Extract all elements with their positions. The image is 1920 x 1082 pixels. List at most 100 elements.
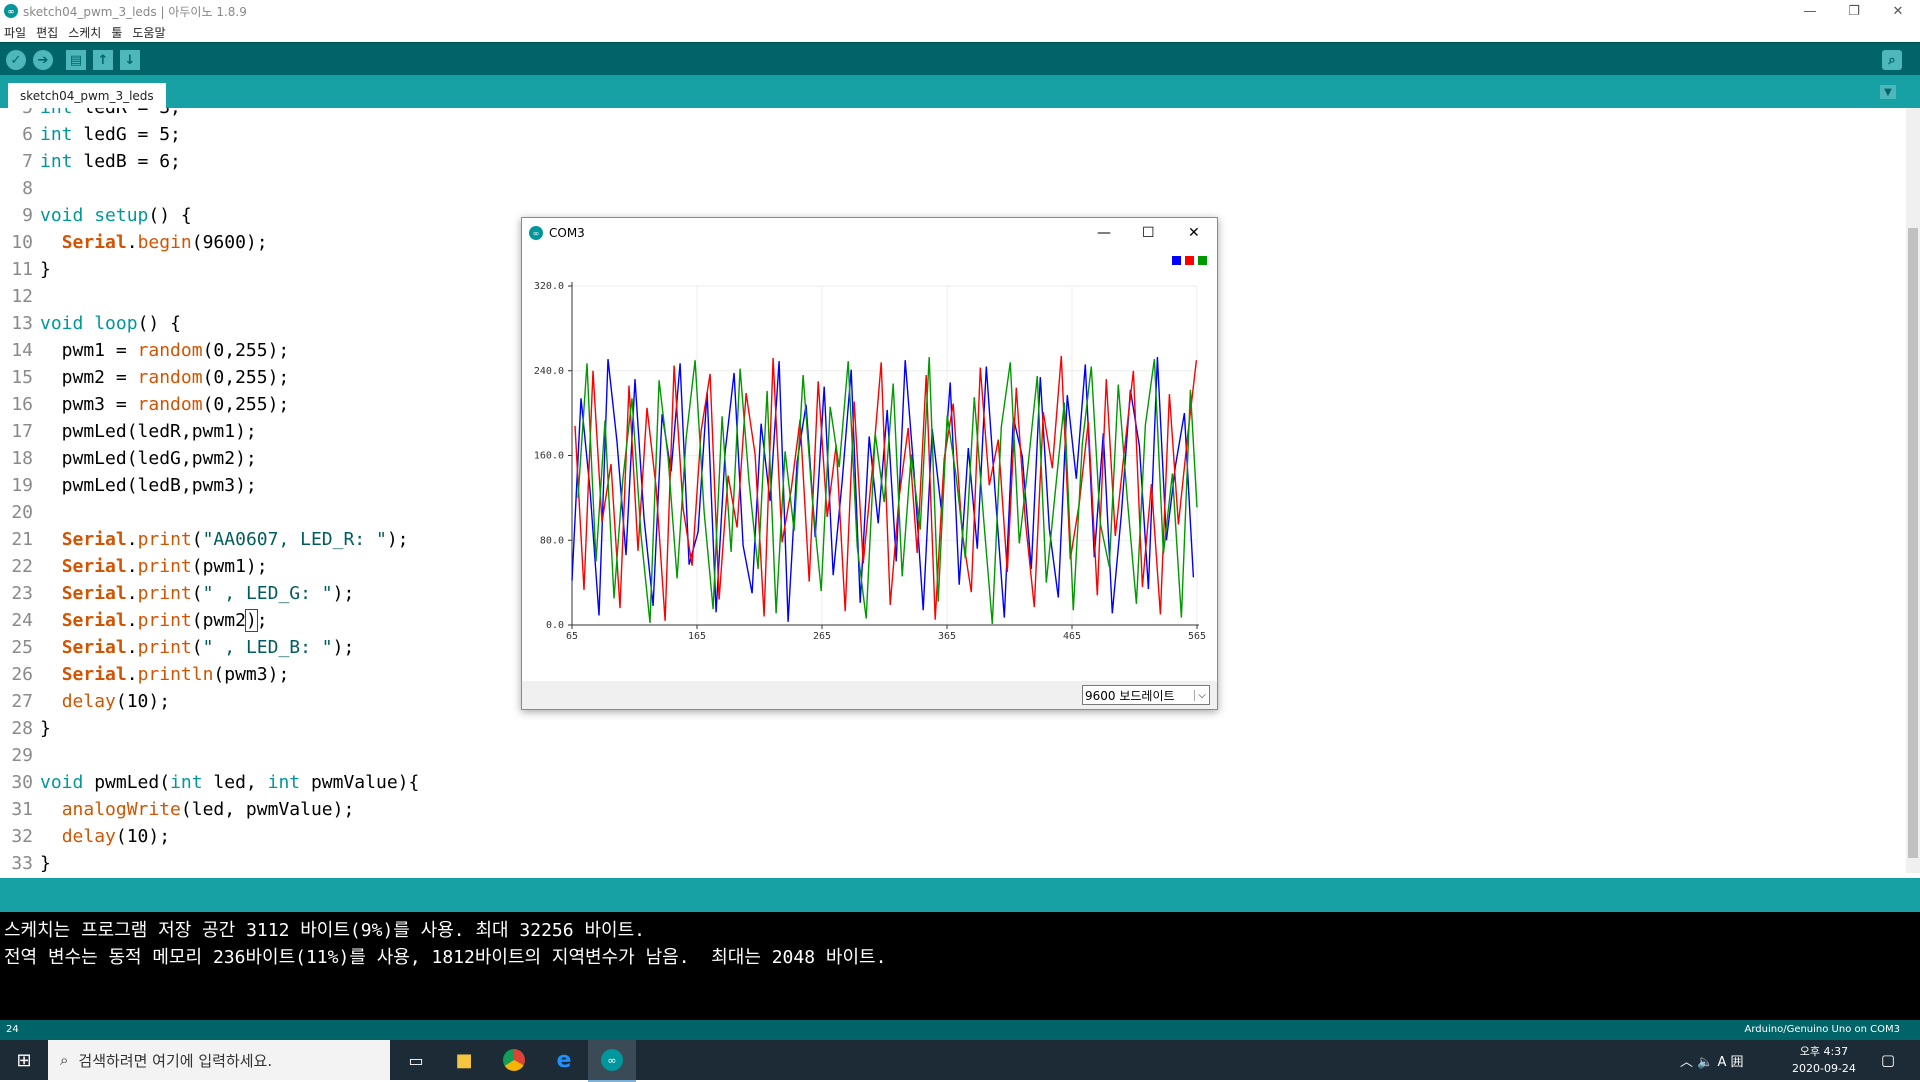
serial-plotter-window: ∞ COM3 — ☐ ✕ 65 165 265 365 465 565 0.0 80.0 160… [521,217,1218,710]
menu-tools[interactable]: 툴 [111,24,122,41]
verify-button[interactable]: ✓ [6,50,26,70]
tab-sketch[interactable]: sketch04_pwm_3_leds [8,83,166,108]
code-line: 20 [11,502,33,523]
tab-bar: sketch04_pwm_3_leds ▼ [0,75,1920,108]
plotter-close-button[interactable]: ✕ [1188,225,1200,241]
tray-icons[interactable]: ︿ 🔈 A 囲 [1680,1051,1743,1070]
console-line: 스케치는 프로그램 저장 공간 3112 바이트(9%)를 사용. 최대 322… [4,920,645,941]
series-line [577,356,1198,624]
line-chart: 65 165 265 365 465 565 0.0 80.0 160.0 240.0 320.0 [534,256,1207,642]
code-line: 5int ledR = 3; [0,108,181,121]
taskbar-search-box[interactable]: ⌕ 검색하려면 여기에 입력하세요. [48,1040,390,1080]
save-button[interactable]: ↓ [120,50,140,70]
search-placeholder: 검색하려면 여기에 입력하세요. [78,1051,273,1070]
code-line: 23 Serial.print(" , LED_G: "); [11,583,355,604]
windows-start-icon[interactable]: ⊞ [0,1040,48,1080]
code-line: 16 pwm3 = random(0,255); [11,394,290,415]
search-icon: ⌕ [60,1051,69,1069]
y-tick-label: 320.0 [534,281,564,292]
check-icon: ✓ [10,52,22,68]
scrollbar-thumb[interactable] [1908,228,1918,858]
x-tick-label: 465 [1063,631,1081,642]
arduino-taskbar-icon[interactable]: ∞ [588,1040,636,1082]
toolbar: ✓ ➔ ▤ ↑ ↓ ⌕ [0,42,1920,76]
code-line: 31 analogWrite(led, pwmValue); [11,799,355,820]
arduino-infinity-icon: ∞ [4,4,18,18]
upload-button[interactable]: ➔ [33,50,53,70]
code-line: 21 Serial.print("AA0607, LED_R: "); [11,529,409,550]
legend-swatch [1185,256,1194,265]
code-line: 24 Serial.print(pwm2); [11,609,268,632]
window-title: sketch04_pwm_3_leds | 아두이노 1.8.9 [23,4,247,19]
y-tick-label: 0.0 [546,620,564,631]
baud-rate-select[interactable]: 9600 보드레이트 ⌵ [1082,685,1210,705]
tab-menu-chevron-icon[interactable]: ▼ [1880,85,1896,99]
task-view-icon[interactable]: ▭ [392,1040,440,1080]
code-line: 30 void pwmLed(int led, int pwmValue){ [11,772,420,793]
code-line: 28} [11,718,51,739]
arduino-infinity-icon: ∞ [529,226,543,240]
open-button[interactable]: ↑ [93,50,113,70]
plotter-titlebar: ∞ COM3 — ☐ ✕ [522,218,1217,248]
chevron-down-icon: ⌵ [1194,689,1209,701]
chrome-icon[interactable] [490,1040,538,1080]
code-line: 29 [11,745,33,766]
restore-button[interactable]: ❐ [1832,0,1876,22]
code-line: 10 Serial.begin(9600); [11,232,268,253]
menu-bar: 파일 편집 스케치 툴 도움말 [0,22,1920,42]
plotter-maximize-button[interactable]: ☐ [1142,225,1155,241]
minimize-button[interactable]: — [1788,0,1832,22]
serial-monitor-button[interactable]: ⌕ [1882,50,1902,70]
x-tick-label: 165 [688,631,706,642]
menu-file[interactable]: 파일 [4,24,26,41]
x-tick-label: 65 [566,631,578,642]
code-line: 12 [11,286,33,307]
code-line: 22 Serial.print(pwm1); [11,556,268,577]
baud-rate-value: 9600 보드레이트 [1085,688,1175,703]
plot-canvas: 65 165 265 365 465 565 0.0 80.0 160.0 240.0 320.0 [522,248,1217,681]
y-tick-label: 160.0 [534,451,564,462]
console-line: 전역 변수는 동적 메모리 236바이트(11%)를 사용, 1812바이트의 … [4,947,887,968]
window-titlebar: ∞ sketch04_pwm_3_leds | 아두이노 1.8.9 — ❐ ✕ [0,0,1920,22]
code-line: 13 void loop() { [11,313,181,334]
clock[interactable]: 오후 4:37 2020-09-24 [1792,1043,1856,1077]
line-number-status: 24 [6,1024,19,1035]
file-explorer-icon[interactable]: ■ [440,1040,488,1080]
arrow-right-icon: ➔ [37,52,49,68]
legend-swatch [1172,256,1181,265]
arrow-down-icon: ↓ [124,52,136,68]
plotter-bottom-bar: 9600 보드레이트 ⌵ [522,681,1217,709]
code-line: 9 void setup() { [22,205,192,226]
plotter-minimize-button[interactable]: — [1097,225,1111,241]
code-line: 8 [22,178,33,199]
internet-explorer-icon[interactable]: e [540,1040,588,1080]
code-line: 14 pwm1 = random(0,255); [11,340,290,361]
board-status: Arduino/Genuino Uno on COM3 [1744,1024,1901,1035]
code-line: 6 int ledG = 5; [22,124,181,145]
x-tick-label: 565 [1188,631,1206,642]
code-line: 7 int ledB = 6; [22,151,181,172]
code-line: 19 pwmLed(ledB,pwm3); [11,475,257,496]
y-tick-label: 240.0 [534,366,564,377]
legend-swatch [1198,256,1207,265]
console-output: 스케치는 프로그램 저장 공간 3112 바이트(9%)를 사용. 최대 322… [0,912,1920,1020]
code-line: 26 Serial.println(pwm3); [11,664,290,685]
new-button[interactable]: ▤ [66,50,86,70]
code-line: 11} [11,259,51,280]
code-line: 27 delay(10); [11,691,171,712]
editor-scrollbar[interactable] [1906,108,1920,873]
menu-help[interactable]: 도움말 [132,24,165,41]
close-button[interactable]: ✕ [1876,0,1920,22]
code-line: 17 pwmLed(ledR,pwm1); [11,421,257,442]
plotter-title: COM3 [549,226,585,240]
y-tick-label: 80.0 [540,535,564,546]
notification-icon[interactable]: ▢ [1864,1040,1912,1080]
status-bar: 24 Arduino/Genuino Uno on COM3 [0,1020,1920,1040]
x-tick-label: 365 [938,631,956,642]
menu-edit[interactable]: 편집 [36,24,58,41]
code-line: 15 pwm2 = random(0,255); [11,367,290,388]
menu-sketch[interactable]: 스케치 [68,24,101,41]
taskbar: ⊞ ⌕ 검색하려면 여기에 입력하세요. ▭ ■ e ∞ ︿ 🔈 A 囲 오후 … [0,1040,1920,1082]
code-line: 33} [11,853,51,873]
code-line: 25 Serial.print(" , LED_B: "); [11,637,355,658]
